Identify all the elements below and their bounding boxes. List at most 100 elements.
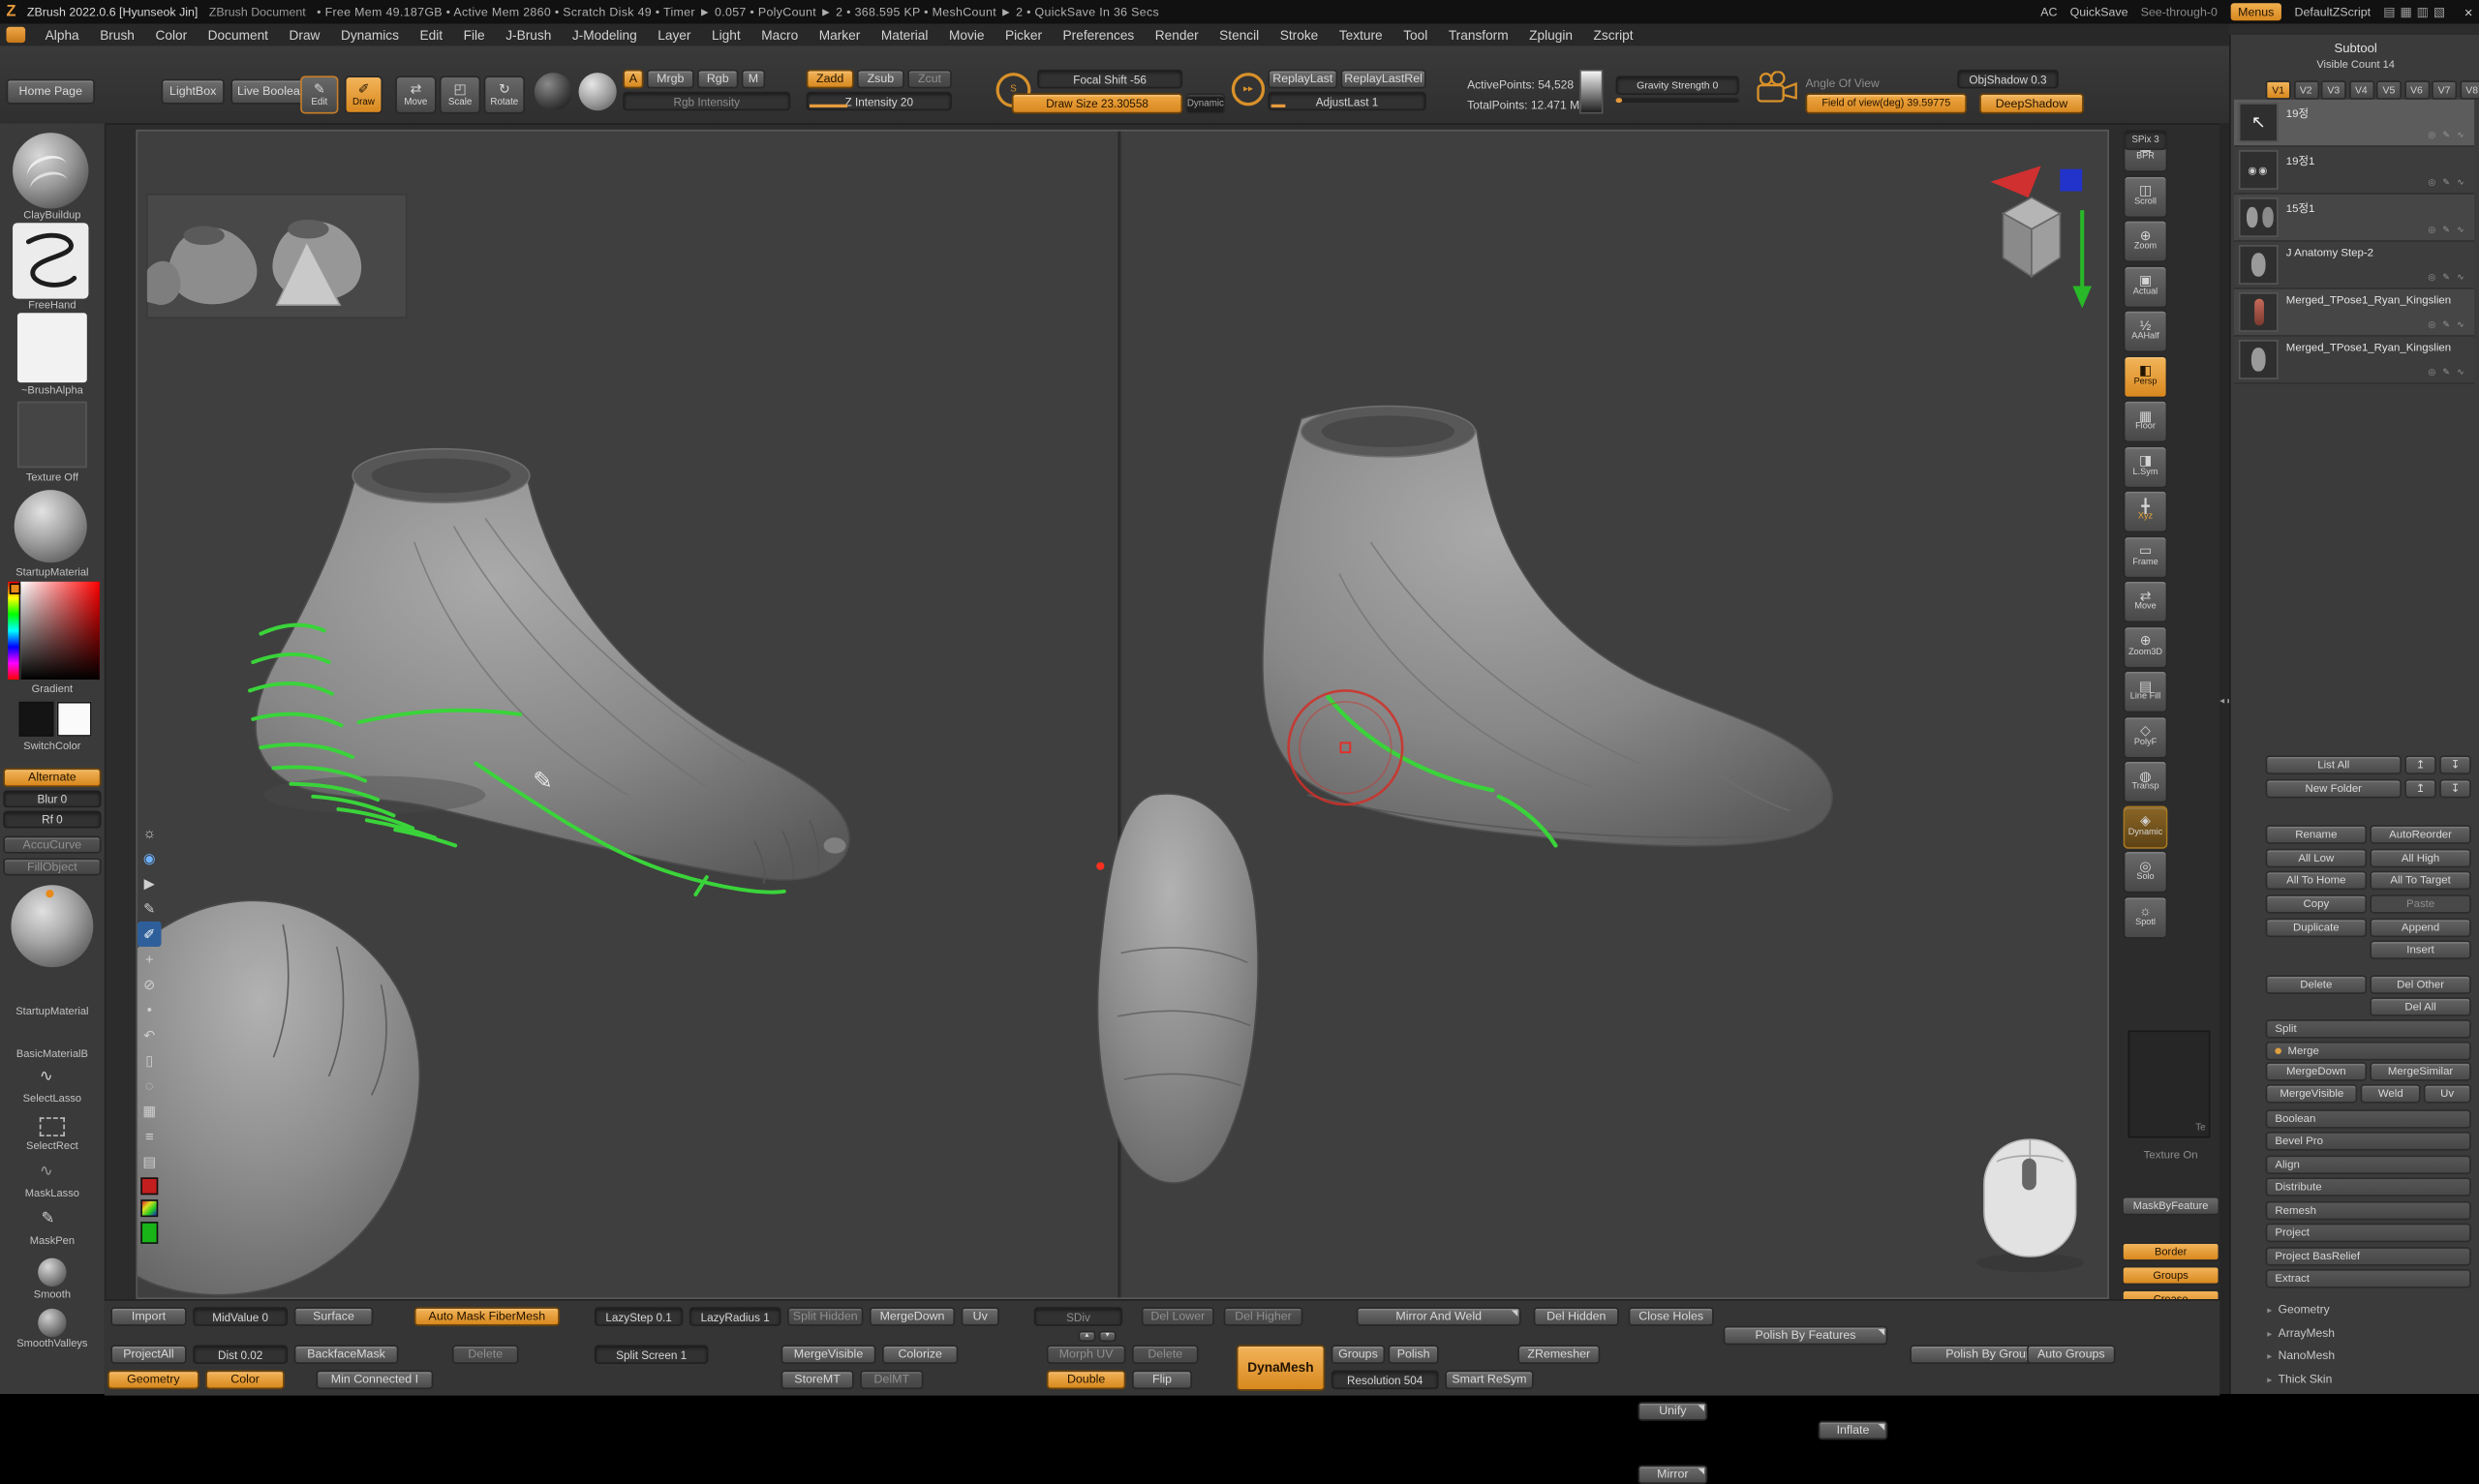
green-swatch[interactable] (140, 1221, 158, 1243)
folder-up-icon[interactable]: ↥ (2404, 779, 2436, 799)
split-screen-slider-shelf[interactable]: Split Screen 1 (595, 1345, 709, 1364)
menu-item[interactable]: Texture (1329, 27, 1393, 43)
menu-item[interactable]: Marker (809, 27, 871, 43)
merge-down-button[interactable]: MergeDown (2266, 1062, 2367, 1081)
freehand-stroke-thumbnail[interactable] (13, 223, 88, 298)
mirror-button[interactable]: Mirror (1637, 1465, 1707, 1484)
list-all-button[interactable]: List All (2266, 755, 2402, 774)
alternate-button[interactable]: Alternate (3, 768, 101, 787)
merge-down-button-shelf[interactable]: MergeDown (870, 1307, 955, 1326)
left-foot-mesh[interactable] (256, 449, 849, 884)
right-shelf-button[interactable]: ☼ Spotl (2124, 895, 2168, 938)
secondary-color-swatch[interactable] (57, 702, 92, 737)
right-shelf-button[interactable]: ▣ Actual (2124, 264, 2168, 307)
duplicate-button[interactable]: Duplicate (2266, 919, 2367, 938)
canvas-tray-icon[interactable]: ☼ (138, 820, 161, 845)
menu-item[interactable]: J-Brush (495, 27, 562, 43)
all-to-home-button[interactable]: All To Home (2266, 871, 2367, 891)
midvalue-slider[interactable]: MidValue 0 (193, 1307, 288, 1326)
uv-button-shelf[interactable]: Uv (962, 1307, 999, 1326)
gradient-swatch[interactable] (140, 1198, 158, 1216)
right-shelf-button[interactable]: ½ AAHalf (2124, 310, 2168, 352)
rgb-intensity-slider[interactable]: Rgb Intensity (623, 92, 790, 111)
select-rect-icon[interactable] (40, 1117, 65, 1136)
subtool-thumbnail[interactable] (2239, 245, 2279, 285)
saturation-value-square[interactable] (20, 582, 100, 680)
version-tab[interactable]: V8 (2460, 80, 2479, 100)
menu-item[interactable]: Tool (1393, 27, 1438, 43)
polish-by-features-button[interactable]: Polish By Features (1724, 1326, 1888, 1346)
camera-icon[interactable] (1755, 71, 1799, 106)
gravity-strength-track[interactable] (1616, 98, 1739, 103)
right-shelf-button[interactable]: ⊕ Zoom3D (2124, 625, 2168, 668)
window-icon[interactable]: ▧ (2433, 5, 2445, 19)
gravity-strength-handle[interactable] (1616, 98, 1623, 103)
mrgb-toggle[interactable]: Mrgb (647, 70, 694, 89)
move-up-icon[interactable]: ↥ (2404, 755, 2436, 774)
groups-button[interactable]: Groups (2122, 1266, 2219, 1286)
subtool-item-icons[interactable]: ◎ ✎ ∿ (2428, 368, 2466, 378)
draw-button[interactable]: ✐Draw (345, 76, 383, 113)
merge-section-header[interactable]: Merge (2266, 1042, 2471, 1061)
adjust-last-slider[interactable]: AdjustLast 1 (1268, 92, 1425, 111)
menu-item[interactable]: Zplugin (1518, 27, 1582, 43)
version-tab[interactable]: V4 (2348, 80, 2373, 100)
backface-mask-button[interactable]: BackfaceMask (294, 1345, 399, 1364)
window-icon[interactable]: ▥ (2417, 5, 2429, 19)
focal-shift-slider[interactable]: Focal Shift -56 (1037, 70, 1182, 89)
deep-shadow-button[interactable]: DeepShadow (1979, 93, 2084, 113)
select-lasso-icon[interactable]: ∿ (40, 1069, 53, 1086)
right-shelf-button[interactable]: SPix 3 (2124, 130, 2168, 150)
right-shelf-button[interactable]: ⊕ Zoom (2124, 220, 2168, 262)
subtool-item-icons[interactable]: ◎ ✎ ∿ (2428, 132, 2466, 141)
right-shelf-button[interactable]: ▤ Line Fill (2124, 670, 2168, 712)
menu-item[interactable]: File (453, 27, 496, 43)
z-intensity-slider[interactable]: Z Intensity 20 (807, 92, 952, 111)
menu-item[interactable]: Render (1145, 27, 1209, 43)
right-shelf-button[interactable]: ◎ Solo (2124, 850, 2168, 893)
del-higher-button[interactable]: Del Higher (1224, 1307, 1303, 1326)
split-hidden-button[interactable]: Split Hidden (787, 1307, 863, 1326)
replay-icon[interactable]: ▸▸ (1232, 73, 1265, 106)
right-shelf-button[interactable]: ◈ Dynamic (2124, 805, 2168, 848)
rename-button[interactable]: Rename (2266, 825, 2367, 844)
del-hidden-button[interactable]: Del Hidden (1534, 1307, 1619, 1326)
polish-button-shelf[interactable]: Polish (1388, 1345, 1438, 1364)
menu-item[interactable]: Preferences (1053, 27, 1145, 43)
lazystep-slider[interactable]: LazyStep 0.1 (595, 1307, 683, 1326)
auto-groups-button[interactable]: Auto Groups (2027, 1345, 2115, 1364)
version-tab[interactable]: V2 (2293, 80, 2318, 100)
edit-button[interactable]: ✎Edit (300, 76, 338, 113)
canvas-tray-icon[interactable]: ▶ (138, 871, 161, 896)
ac-button[interactable]: AC (2040, 5, 2057, 19)
menu-item[interactable]: Document (198, 27, 279, 43)
geometry-palette-label[interactable]: Geometry (2267, 1302, 2329, 1317)
subtool-list-item[interactable]: 15정1 ◎ ✎ ∿ (2234, 195, 2474, 242)
smooth-brush-thumbnail[interactable] (38, 1258, 66, 1287)
dist-slider[interactable]: Dist 0.02 (193, 1345, 288, 1364)
subtool-thumbnail[interactable] (2239, 197, 2279, 237)
import-button[interactable]: Import (110, 1307, 186, 1326)
smart-resym-button[interactable]: Smart ReSym (1445, 1371, 1533, 1390)
menu-item[interactable]: J-Modeling (562, 27, 647, 43)
delete-button[interactable]: Delete (2266, 975, 2367, 994)
copy-button[interactable]: Copy (2266, 894, 2367, 914)
rf-slider[interactable]: Rf 0 (3, 811, 101, 829)
arraymesh-palette-label[interactable]: ArrayMesh (2267, 1326, 2335, 1341)
subtool-thumbnail[interactable] (2239, 150, 2279, 190)
sdiv-slider[interactable]: SDiv (1034, 1307, 1122, 1326)
distribute-section-header[interactable]: Distribute (2266, 1177, 2471, 1196)
project-section-header[interactable]: Project (2266, 1224, 2471, 1243)
remesh-section-header[interactable]: Remesh (2266, 1201, 2471, 1221)
project-all-button[interactable]: ProjectAll (110, 1345, 186, 1364)
canvas-tray-icon[interactable]: ✎ (138, 896, 161, 922)
boolean-section-header[interactable]: Boolean (2266, 1109, 2471, 1129)
blur-slider[interactable]: Blur 0 (3, 790, 101, 807)
window-icon[interactable]: ▦ (2400, 5, 2411, 19)
store-mt-button[interactable]: StoreMT (781, 1371, 854, 1390)
append-button[interactable]: Append (2370, 919, 2470, 938)
menu-item[interactable]: Material (871, 27, 938, 43)
extract-section-header[interactable]: Extract (2266, 1269, 2471, 1288)
menu-item[interactable]: Macro (750, 27, 809, 43)
sdiv-up-icon[interactable]: ▴ (1078, 1331, 1095, 1342)
